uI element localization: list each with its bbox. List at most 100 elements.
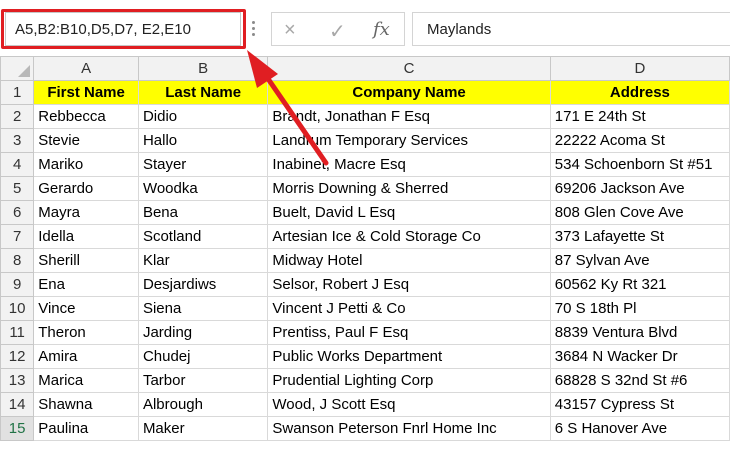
formula-bar-resize-handle[interactable] [250,21,256,39]
column-header-row: A B C D [0,56,730,81]
cell-address[interactable]: 87 Sylvan Ave [549,248,730,273]
table-row: 5 Gerardo Woodka Morris Downing & Sherred 69… [0,176,730,201]
table-header-row: 1 First Name Last Name Company Name Addr… [0,80,730,105]
cell-company-name[interactable]: Morris Downing & Sherred [267,176,551,201]
check-icon[interactable]: ✓ [329,19,346,44]
cell-address[interactable]: 534 Schoenborn St #51 [549,152,730,177]
cell-first-name[interactable]: Stevie [33,128,139,153]
cell-address[interactable]: 60562 Ky Rt 321 [549,272,730,297]
table-row: 12 Amira Chudej Public Works Department 3684… [0,344,730,369]
cell-address[interactable]: 68828 S 32nd St #6 [549,368,730,393]
row-header[interactable]: 7 [0,224,35,249]
formula-buttons: × ✓ fx [271,12,405,46]
row-header[interactable]: 11 [0,320,35,345]
column-header-d[interactable]: D [549,56,730,81]
cell-first-name[interactable]: Ena [33,272,139,297]
cell-last-name[interactable]: Maker [137,416,269,441]
cell-company-name[interactable]: Selsor, Robert J Esq [267,272,551,297]
table-row: 6 Mayra Bena Buelt, David L Esq 808 Glen Cov… [0,200,730,225]
cell-address[interactable]: 171 E 24th St [549,104,730,129]
row-header[interactable]: 14 [0,392,35,417]
header-cell-company-name[interactable]: Company Name [267,80,551,105]
cell-first-name[interactable]: Marica [33,368,139,393]
row-header[interactable]: 12 [0,344,35,369]
cell-last-name[interactable]: Didio [137,104,269,129]
header-cell-first-name[interactable]: First Name [33,80,139,105]
formula-input[interactable]: Maylands [412,12,730,46]
cell-first-name[interactable]: Theron [33,320,139,345]
cancel-icon[interactable]: × [284,19,296,42]
cell-last-name[interactable]: Tarbor [137,368,269,393]
cell-company-name[interactable]: Vincent J Petti & Co [267,296,551,321]
row-header[interactable]: 15 [0,416,35,441]
header-cell-address[interactable]: Address [549,80,730,105]
cell-last-name[interactable]: Desjardiws [137,272,269,297]
table-row: 13 Marica Tarbor Prudential Lighting Corp 68… [0,368,730,393]
column-header-c[interactable]: C [267,56,551,81]
cell-company-name[interactable]: Brandt, Jonathan F Esq [267,104,551,129]
table-row: 4 Mariko Stayer Inabinet, Macre Esq 534 Scho… [0,152,730,177]
row-header[interactable]: 13 [0,368,35,393]
cell-last-name[interactable]: Stayer [137,152,269,177]
cell-address[interactable]: 43157 Cypress St [549,392,730,417]
cell-first-name[interactable]: Idella [33,224,139,249]
cell-last-name[interactable]: Albrough [137,392,269,417]
cell-address[interactable]: 22222 Acoma St [549,128,730,153]
cell-address[interactable]: 6 S Hanover Ave [549,416,730,441]
cell-first-name[interactable]: Mayra [33,200,139,225]
table-row: 15 Paulina Maker Swanson Peterson Fnrl Home… [0,416,730,441]
cell-address[interactable]: 808 Glen Cove Ave [549,200,730,225]
select-all-button[interactable] [0,56,35,81]
row-header[interactable]: 9 [0,272,35,297]
row-header[interactable]: 8 [0,248,35,273]
cell-company-name[interactable]: Buelt, David L Esq [267,200,551,225]
cell-first-name[interactable]: Vince [33,296,139,321]
cell-last-name[interactable]: Scotland [137,224,269,249]
cell-company-name[interactable]: Prudential Lighting Corp [267,368,551,393]
table-row: 14 Shawna Albrough Wood, J Scott Esq 43157 C… [0,392,730,417]
table-row: 2 Rebbecca Didio Brandt, Jonathan F Esq 171 … [0,104,730,129]
cell-company-name[interactable]: Landrum Temporary Services [267,128,551,153]
table-row: 3 Stevie Hallo Landrum Temporary Services 22… [0,128,730,153]
cell-last-name[interactable]: Chudej [137,344,269,369]
cell-company-name[interactable]: Artesian Ice & Cold Storage Co [267,224,551,249]
cell-company-name[interactable]: Prentiss, Paul F Esq [267,320,551,345]
cell-address[interactable]: 8839 Ventura Blvd [549,320,730,345]
cell-address[interactable]: 3684 N Wacker Dr [549,344,730,369]
name-box[interactable]: A5,B2:B10,D5,D7, E2,E10 [5,12,241,46]
cell-address[interactable]: 373 Lafayette St [549,224,730,249]
cell-last-name[interactable]: Jarding [137,320,269,345]
formula-bar: A5,B2:B10,D5,D7, E2,E10 × ✓ fx Maylands [0,0,730,61]
row-header[interactable]: 10 [0,296,35,321]
cell-first-name[interactable]: Paulina [33,416,139,441]
row-header[interactable]: 2 [0,104,35,129]
cell-company-name[interactable]: Swanson Peterson Fnrl Home Inc [267,416,551,441]
cell-last-name[interactable]: Hallo [137,128,269,153]
cell-last-name[interactable]: Bena [137,200,269,225]
row-header[interactable]: 5 [0,176,35,201]
cell-first-name[interactable]: Rebbecca [33,104,139,129]
insert-function-button[interactable]: fx [373,19,390,40]
row-header[interactable]: 6 [0,200,35,225]
cell-company-name[interactable]: Midway Hotel [267,248,551,273]
cell-address[interactable]: 69206 Jackson Ave [549,176,730,201]
cell-last-name[interactable]: Woodka [137,176,269,201]
header-cell-last-name[interactable]: Last Name [137,80,269,105]
cell-company-name[interactable]: Public Works Department [267,344,551,369]
cell-first-name[interactable]: Amira [33,344,139,369]
cell-first-name[interactable]: Sherill [33,248,139,273]
column-header-a[interactable]: A [33,56,139,81]
column-header-b[interactable]: B [137,56,269,81]
row-header[interactable]: 4 [0,152,35,177]
table-row: 10 Vince Siena Vincent J Petti & Co 70 S 18t… [0,296,730,321]
cell-first-name[interactable]: Shawna [33,392,139,417]
row-header[interactable]: 1 [0,80,35,105]
cell-last-name[interactable]: Siena [137,296,269,321]
cell-first-name[interactable]: Gerardo [33,176,139,201]
cell-company-name[interactable]: Inabinet, Macre Esq [267,152,551,177]
cell-first-name[interactable]: Mariko [33,152,139,177]
row-header[interactable]: 3 [0,128,35,153]
cell-address[interactable]: 70 S 18th Pl [549,296,730,321]
cell-last-name[interactable]: Klar [137,248,269,273]
cell-company-name[interactable]: Wood, J Scott Esq [267,392,551,417]
